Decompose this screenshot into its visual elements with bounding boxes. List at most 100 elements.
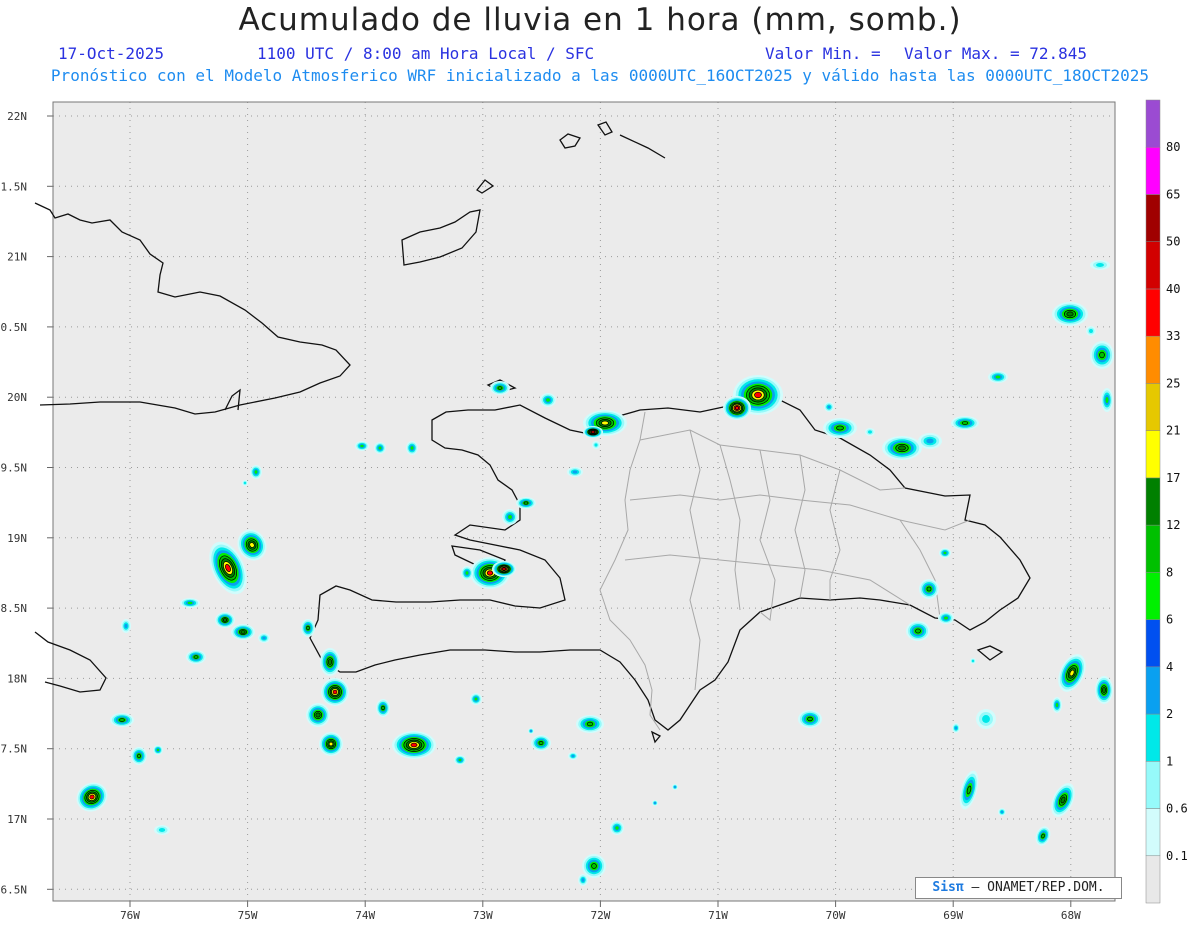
rain-cell bbox=[454, 755, 466, 765]
rain-cell bbox=[1095, 676, 1113, 704]
lon-label: 68W bbox=[1061, 909, 1081, 922]
legend-swatch bbox=[1145, 524, 1161, 573]
rain-cell bbox=[939, 548, 951, 558]
rain-cell bbox=[970, 658, 976, 664]
lon-label: 72W bbox=[590, 909, 610, 922]
rain-cell bbox=[723, 396, 751, 420]
rain-contour bbox=[119, 718, 125, 722]
rain-cell bbox=[110, 713, 134, 727]
lat-label: 1.5N bbox=[1, 180, 28, 193]
legend-swatch bbox=[1145, 288, 1161, 337]
lat-label: 6.5N bbox=[1, 883, 28, 896]
rain-cell bbox=[231, 624, 255, 640]
rain-cell bbox=[1101, 388, 1113, 412]
rain-contour bbox=[254, 470, 258, 474]
lon-label: 76W bbox=[120, 909, 140, 922]
rain-contour bbox=[1089, 329, 1093, 333]
rain-cell bbox=[592, 441, 600, 449]
lat-label: 18N bbox=[7, 672, 27, 685]
rain-cell bbox=[582, 854, 606, 878]
rain-contour bbox=[262, 636, 266, 640]
rain-cell bbox=[918, 433, 942, 449]
rain-cell bbox=[528, 728, 534, 734]
legend-swatch bbox=[1145, 335, 1161, 384]
legend-label: 1 bbox=[1166, 754, 1173, 768]
rain-contour bbox=[1102, 687, 1106, 693]
rain-cell bbox=[186, 650, 206, 664]
rain-contour bbox=[944, 616, 948, 620]
rain-contour bbox=[523, 501, 529, 505]
rain-contour bbox=[124, 623, 128, 629]
lat-label: 20N bbox=[7, 391, 27, 404]
legend-label: 17 bbox=[1166, 471, 1180, 485]
rain-cell bbox=[938, 612, 954, 624]
rain-contour bbox=[653, 801, 657, 805]
rain-contour bbox=[734, 406, 740, 410]
rain-cell bbox=[652, 800, 658, 806]
rain-contour bbox=[538, 740, 544, 746]
rain-contour bbox=[158, 828, 166, 832]
rain-cell bbox=[490, 381, 510, 395]
legend-label: 80 bbox=[1166, 140, 1180, 154]
lat-label: 19N bbox=[7, 532, 27, 545]
rain-cell bbox=[180, 598, 200, 608]
rain-contour bbox=[378, 446, 382, 450]
rain-contour bbox=[1000, 810, 1004, 814]
rain-contour bbox=[410, 446, 414, 450]
rain-contour bbox=[898, 445, 906, 451]
legend-label: 0.6 bbox=[1166, 802, 1188, 816]
legend-swatch bbox=[1145, 383, 1161, 431]
rain-cell bbox=[531, 735, 551, 751]
legend-label: 25 bbox=[1166, 376, 1180, 390]
legend-swatch bbox=[1145, 430, 1161, 479]
legend-label: 65 bbox=[1166, 187, 1180, 201]
rain-cell bbox=[865, 428, 875, 436]
lon-label: 75W bbox=[238, 909, 258, 922]
legend-label: 8 bbox=[1166, 565, 1173, 579]
rain-cell bbox=[988, 371, 1008, 383]
lon-label: 69W bbox=[943, 909, 963, 922]
rain-contour bbox=[571, 754, 575, 758]
rain-cell bbox=[1090, 260, 1110, 270]
lat-label: 8.5N bbox=[1, 602, 28, 615]
rain-cell bbox=[998, 808, 1006, 816]
rain-contour bbox=[836, 425, 844, 431]
legend-label: 12 bbox=[1166, 518, 1180, 532]
rain-contour bbox=[306, 625, 310, 631]
rain-cell bbox=[906, 621, 930, 641]
lon-label: 73W bbox=[473, 909, 493, 922]
rain-contour bbox=[807, 716, 813, 722]
credit-box: Sisπ – ONAMET/REP.DOM. bbox=[915, 877, 1122, 899]
rain-contour bbox=[458, 758, 462, 762]
rain-cell bbox=[250, 465, 262, 479]
rain-contour bbox=[868, 430, 872, 434]
rain-contour bbox=[586, 721, 594, 727]
rain-cell bbox=[319, 732, 343, 756]
rain-cell bbox=[1090, 341, 1114, 369]
rain-cell bbox=[610, 821, 624, 835]
rain-cell bbox=[882, 436, 922, 460]
rain-contour bbox=[360, 444, 364, 448]
legend-swatch bbox=[1145, 241, 1161, 290]
rain-cell bbox=[306, 703, 330, 727]
rain-contour bbox=[410, 742, 418, 748]
lat-label: 17N bbox=[7, 813, 27, 826]
rainfall-map: 22N 1.5N 21N 0.5N 20N 9.5N 19N 8.5N 18N 7.5N 17N 6.… bbox=[1, 99, 1188, 922]
rain-contour bbox=[240, 630, 246, 634]
rain-cell bbox=[258, 633, 270, 643]
rain-contour bbox=[1096, 263, 1104, 267]
rain-contour bbox=[529, 729, 533, 733]
rain-contour bbox=[673, 785, 677, 789]
rain-contour bbox=[486, 570, 494, 576]
rain-contour bbox=[1105, 397, 1109, 403]
rain-contour bbox=[961, 421, 969, 425]
rain-cell bbox=[215, 612, 235, 628]
legend-label: 21 bbox=[1166, 424, 1180, 438]
map-background bbox=[53, 102, 1115, 901]
rain-contour bbox=[1066, 311, 1074, 317]
rain-contour bbox=[1099, 351, 1105, 359]
lon-label: 71W bbox=[708, 909, 728, 922]
legend-swatch bbox=[1145, 99, 1161, 148]
lat-label: 0.5N bbox=[1, 321, 28, 334]
lon-label: 70W bbox=[826, 909, 846, 922]
